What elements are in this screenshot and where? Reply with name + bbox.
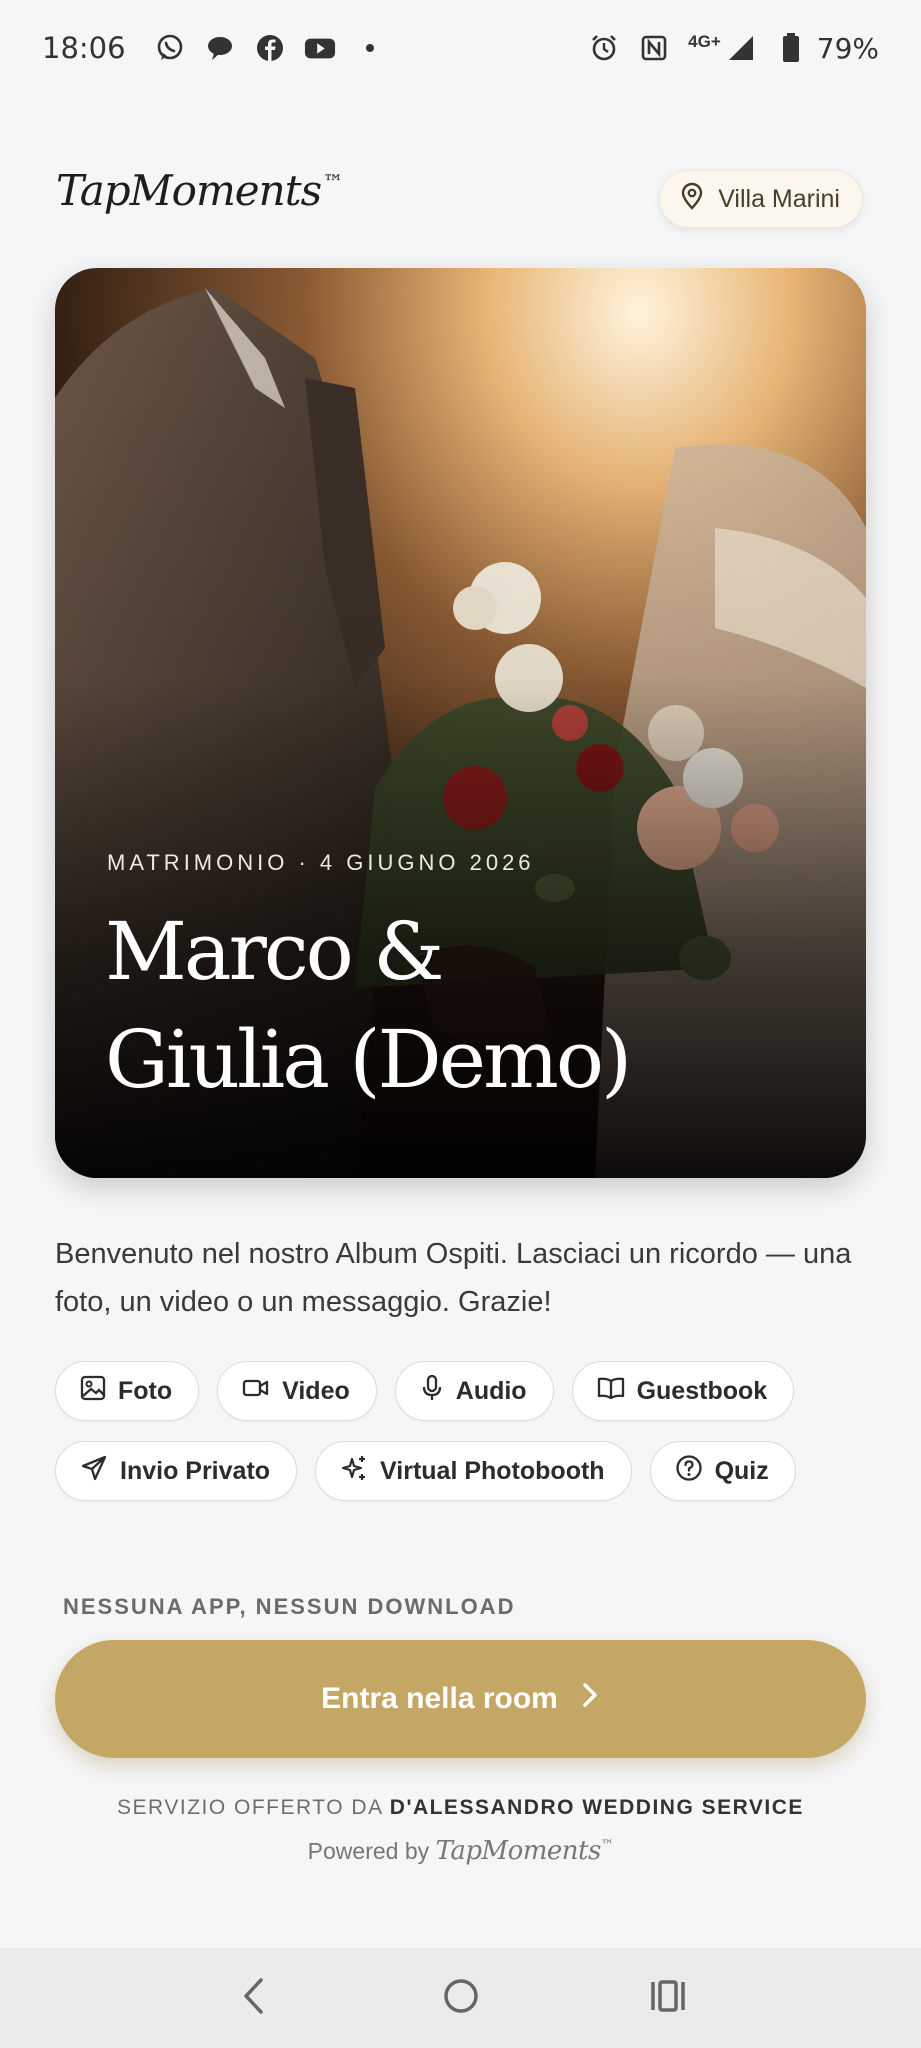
chip-quiz[interactable]: Quiz	[649, 1441, 796, 1501]
back-icon	[239, 1976, 269, 2021]
home-button[interactable]	[431, 1968, 491, 2028]
system-navigation-bar	[0, 1948, 921, 2048]
mic-icon	[420, 1374, 444, 1409]
powered-by: Powered by TapMoments™	[4, 1836, 917, 1866]
brand-mark: ™	[323, 170, 343, 194]
welcome-text: Benvenuto nel nostro Album Ospiti. Lasci…	[55, 1238, 852, 1318]
image-icon	[80, 1375, 106, 1408]
signal-icon	[725, 32, 757, 64]
chip-foto[interactable]: Foto	[55, 1361, 200, 1421]
chip-label: Invio Privato	[120, 1456, 271, 1485]
sparkles-icon	[340, 1454, 368, 1489]
recents-button[interactable]	[638, 1968, 698, 2028]
status-right: 4G+ 79%	[588, 32, 879, 65]
back-button[interactable]	[224, 1968, 284, 2028]
brand-logo: TapMoments ™	[56, 166, 343, 215]
app-container: TapMoments ™ Villa Marini MATRIMONIO · 4…	[4, 96, 917, 1948]
youtube-icon	[304, 32, 336, 64]
enter-room-label: Entra nella room	[321, 1682, 558, 1715]
nfc-icon	[638, 32, 670, 64]
status-left: 18:06	[42, 31, 386, 65]
chip-video[interactable]: Video	[217, 1361, 377, 1421]
location-label: Villa Marini	[718, 184, 840, 213]
enter-room-button[interactable]: Entra nella room	[55, 1640, 866, 1758]
couple-title: Marco & Giulia (Demo)	[105, 898, 825, 1114]
map-pin-icon	[680, 182, 704, 217]
alarm-icon	[588, 32, 620, 64]
powered-brand: TapMoments™	[436, 1836, 614, 1866]
chip-label: Video	[282, 1376, 350, 1405]
status-bar: 18:06 4G+ 79%	[0, 0, 921, 96]
location-pill[interactable]: Villa Marini	[659, 170, 863, 228]
powered-brand-mark: ™	[600, 1838, 614, 1853]
chip-audio[interactable]: Audio	[394, 1361, 554, 1421]
chat-icon	[204, 32, 236, 64]
chevron-right-icon	[580, 1682, 600, 1716]
chip-invio-privato[interactable]: Invio Privato	[55, 1441, 298, 1501]
couple-title-line2: Giulia (Demo)	[105, 1013, 632, 1106]
facebook-icon	[254, 32, 286, 64]
feature-chips: Foto Video Audio Guestbook Invio Privato…	[55, 1361, 875, 1501]
service-provider: D'ALESSANDRO WEDDING SERVICE	[389, 1796, 804, 1819]
recents-icon	[648, 1976, 688, 2021]
send-icon	[80, 1454, 108, 1489]
chip-label: Audio	[455, 1376, 527, 1405]
dot-icon	[354, 32, 386, 64]
status-time: 18:06	[42, 31, 126, 65]
chip-virtual-photobooth[interactable]: Virtual Photobooth	[315, 1441, 632, 1501]
network-type: 4G+	[688, 32, 721, 51]
service-credit: SERVIZIO OFFERTO DA D'ALESSANDRO WEDDING…	[4, 1796, 917, 1820]
battery-icon	[775, 32, 807, 64]
video-icon	[242, 1376, 270, 1407]
chip-label: Foto	[118, 1376, 173, 1405]
service-prefix: SERVIZIO OFFERTO DA	[117, 1796, 383, 1819]
chip-label: Quiz	[714, 1456, 769, 1485]
battery-percent: 79%	[816, 31, 879, 65]
event-tag: MATRIMONIO · 4 GIUGNO 2026	[107, 850, 535, 875]
help-circle-icon	[675, 1454, 703, 1489]
couple-title-line1: Marco &	[105, 905, 444, 998]
brand-name: TapMoments	[56, 166, 322, 215]
powered-prefix: Powered by	[307, 1838, 430, 1864]
powered-brand-name: TapMoments	[435, 1836, 602, 1866]
hero-card: MATRIMONIO · 4 GIUGNO 2026 Marco & Giuli…	[55, 268, 866, 1178]
home-icon	[441, 1976, 481, 2021]
chip-label: Virtual Photobooth	[380, 1456, 605, 1485]
whatsapp-icon	[154, 32, 186, 64]
chip-guestbook[interactable]: Guestbook	[571, 1361, 795, 1421]
chip-label: Guestbook	[636, 1376, 768, 1405]
book-icon	[597, 1376, 625, 1407]
no-app-caption: NESSUNA APP, NESSUN DOWNLOAD	[63, 1594, 516, 1619]
